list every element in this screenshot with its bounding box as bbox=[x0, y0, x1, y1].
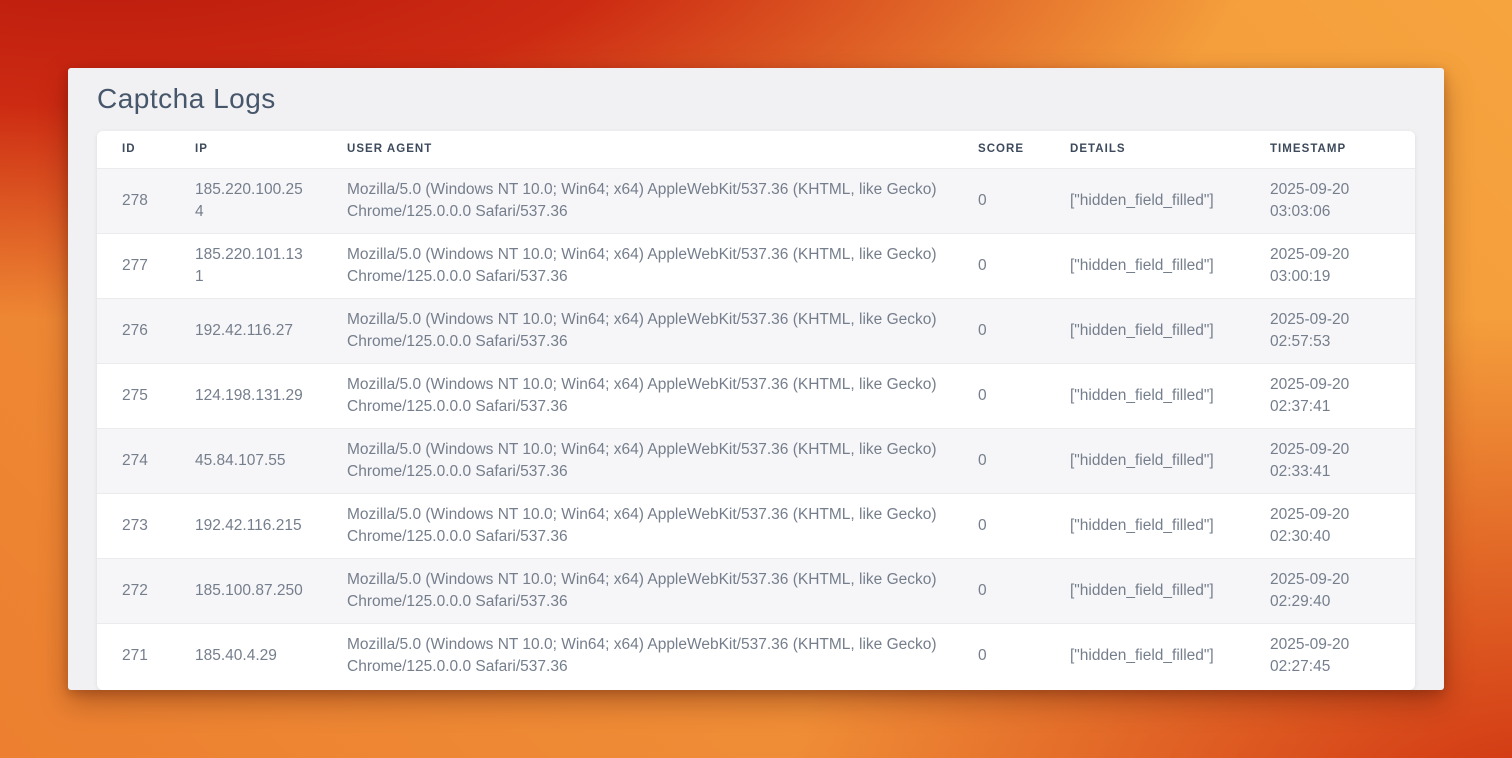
cell-details: ["hidden_field_filled"] bbox=[1045, 363, 1245, 428]
table-row: 277 185.220.101.131 Mozilla/5.0 (Windows… bbox=[97, 233, 1415, 298]
cell-ip: 185.220.100.254 bbox=[170, 168, 322, 233]
cell-user-agent: Mozilla/5.0 (Windows NT 10.0; Win64; x64… bbox=[322, 493, 953, 558]
cell-ip: 192.42.116.215 bbox=[170, 493, 322, 558]
table-row: 273 192.42.116.215 Mozilla/5.0 (Windows … bbox=[97, 493, 1415, 558]
cell-id: 272 bbox=[97, 558, 170, 623]
cell-id: 271 bbox=[97, 623, 170, 688]
cell-score: 0 bbox=[953, 363, 1045, 428]
cell-timestamp: 2025-09-20 02:30:40 bbox=[1245, 493, 1415, 558]
cell-score: 0 bbox=[953, 233, 1045, 298]
cell-id: 277 bbox=[97, 233, 170, 298]
cell-timestamp: 2025-09-20 02:27:45 bbox=[1245, 623, 1415, 688]
cell-ip: 185.40.4.29 bbox=[170, 623, 322, 688]
cell-details: ["hidden_field_filled"] bbox=[1045, 168, 1245, 233]
cell-user-agent: Mozilla/5.0 (Windows NT 10.0; Win64; x64… bbox=[322, 363, 953, 428]
cell-ip: 185.100.87.250 bbox=[170, 558, 322, 623]
captcha-logs-card: Captcha Logs ID IP USER AGENT SCORE DETA… bbox=[68, 68, 1444, 690]
column-header-user-agent: USER AGENT bbox=[322, 131, 953, 168]
cell-details: ["hidden_field_filled"] bbox=[1045, 493, 1245, 558]
column-header-details: DETAILS bbox=[1045, 131, 1245, 168]
cell-user-agent: Mozilla/5.0 (Windows NT 10.0; Win64; x64… bbox=[322, 233, 953, 298]
cell-id: 278 bbox=[97, 168, 170, 233]
cell-timestamp: 2025-09-20 03:00:19 bbox=[1245, 233, 1415, 298]
captcha-logs-table: ID IP USER AGENT SCORE DETAILS TIMESTAMP… bbox=[97, 131, 1415, 688]
column-header-ip: IP bbox=[170, 131, 322, 168]
table-header-row: ID IP USER AGENT SCORE DETAILS TIMESTAMP bbox=[97, 131, 1415, 168]
cell-user-agent: Mozilla/5.0 (Windows NT 10.0; Win64; x64… bbox=[322, 558, 953, 623]
cell-ip: 185.220.101.131 bbox=[170, 233, 322, 298]
cell-user-agent: Mozilla/5.0 (Windows NT 10.0; Win64; x64… bbox=[322, 298, 953, 363]
cell-score: 0 bbox=[953, 558, 1045, 623]
table-body: 278 185.220.100.254 Mozilla/5.0 (Windows… bbox=[97, 168, 1415, 688]
column-header-timestamp: TIMESTAMP bbox=[1245, 131, 1415, 168]
captcha-logs-table-container: ID IP USER AGENT SCORE DETAILS TIMESTAMP… bbox=[97, 131, 1415, 690]
cell-id: 273 bbox=[97, 493, 170, 558]
table-row: 272 185.100.87.250 Mozilla/5.0 (Windows … bbox=[97, 558, 1415, 623]
cell-timestamp: 2025-09-20 02:33:41 bbox=[1245, 428, 1415, 493]
cell-details: ["hidden_field_filled"] bbox=[1045, 233, 1245, 298]
cell-timestamp: 2025-09-20 02:29:40 bbox=[1245, 558, 1415, 623]
cell-timestamp: 2025-09-20 02:57:53 bbox=[1245, 298, 1415, 363]
cell-id: 276 bbox=[97, 298, 170, 363]
cell-timestamp: 2025-09-20 03:03:06 bbox=[1245, 168, 1415, 233]
table-row: 274 45.84.107.55 Mozilla/5.0 (Windows NT… bbox=[97, 428, 1415, 493]
cell-id: 274 bbox=[97, 428, 170, 493]
cell-score: 0 bbox=[953, 493, 1045, 558]
cell-score: 0 bbox=[953, 168, 1045, 233]
table-row: 276 192.42.116.27 Mozilla/5.0 (Windows N… bbox=[97, 298, 1415, 363]
cell-details: ["hidden_field_filled"] bbox=[1045, 558, 1245, 623]
cell-details: ["hidden_field_filled"] bbox=[1045, 428, 1245, 493]
table-row: 271 185.40.4.29 Mozilla/5.0 (Windows NT … bbox=[97, 623, 1415, 688]
cell-timestamp: 2025-09-20 02:37:41 bbox=[1245, 363, 1415, 428]
cell-user-agent: Mozilla/5.0 (Windows NT 10.0; Win64; x64… bbox=[322, 428, 953, 493]
page-title: Captcha Logs bbox=[97, 83, 1444, 115]
table-row: 278 185.220.100.254 Mozilla/5.0 (Windows… bbox=[97, 168, 1415, 233]
cell-user-agent: Mozilla/5.0 (Windows NT 10.0; Win64; x64… bbox=[322, 168, 953, 233]
column-header-id: ID bbox=[97, 131, 170, 168]
cell-score: 0 bbox=[953, 298, 1045, 363]
cell-score: 0 bbox=[953, 428, 1045, 493]
table-row: 275 124.198.131.29 Mozilla/5.0 (Windows … bbox=[97, 363, 1415, 428]
cell-user-agent: Mozilla/5.0 (Windows NT 10.0; Win64; x64… bbox=[322, 623, 953, 688]
cell-ip: 45.84.107.55 bbox=[170, 428, 322, 493]
cell-details: ["hidden_field_filled"] bbox=[1045, 623, 1245, 688]
cell-ip: 124.198.131.29 bbox=[170, 363, 322, 428]
cell-score: 0 bbox=[953, 623, 1045, 688]
cell-ip: 192.42.116.27 bbox=[170, 298, 322, 363]
cell-id: 275 bbox=[97, 363, 170, 428]
column-header-score: SCORE bbox=[953, 131, 1045, 168]
cell-details: ["hidden_field_filled"] bbox=[1045, 298, 1245, 363]
